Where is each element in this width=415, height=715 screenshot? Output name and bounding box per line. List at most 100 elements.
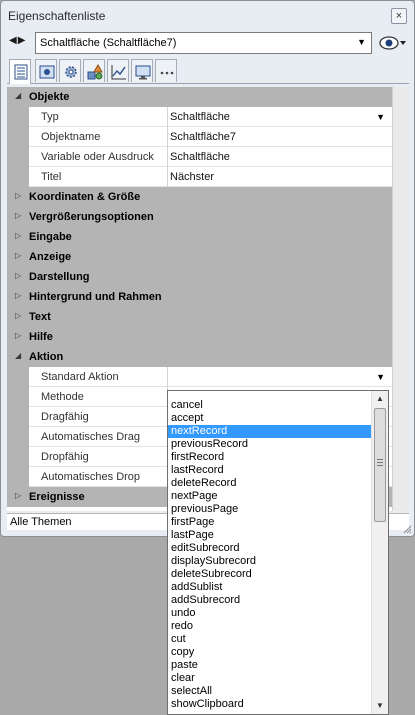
chevron-down-icon[interactable]: ▼ xyxy=(376,112,385,122)
dropdown-option[interactable]: editSubrecord xyxy=(168,542,373,555)
row-gutter xyxy=(7,167,29,187)
column-divider[interactable] xyxy=(167,167,168,187)
dropdown-option[interactable]: displaySubrecord xyxy=(168,555,373,568)
property-name: Dropfähig xyxy=(41,451,89,463)
expand-triangle-icon[interactable]: ▷ xyxy=(15,251,21,260)
dropdown-scrollbar[interactable]: ▲ ▼ xyxy=(371,391,388,714)
category-darstellung[interactable]: ▷ Darstellung xyxy=(7,267,392,287)
property-name: Titel xyxy=(41,171,62,183)
eye-icon[interactable] xyxy=(379,33,407,53)
dropdown-option[interactable]: clear xyxy=(168,672,373,685)
dropdown-option[interactable]: accept xyxy=(168,412,373,425)
dropdown-option[interactable]: cut xyxy=(168,633,373,646)
object-selector-row: ◀▶ Schaltfläche (Schaltfläche7) ▼ xyxy=(7,31,409,55)
tab-display[interactable] xyxy=(131,59,153,82)
expand-triangle-icon[interactable]: ▷ xyxy=(15,331,21,340)
dropdown-option[interactable]: lastPage xyxy=(168,529,373,542)
standard-action-dropdown[interactable]: cancel accept nextRecord previousRecord firs… xyxy=(167,390,389,715)
property-list-icon xyxy=(14,64,28,80)
chevron-down-icon[interactable]: ▼ xyxy=(357,37,366,47)
tab-chart[interactable] xyxy=(107,59,129,82)
category-eingabe[interactable]: ▷ Eingabe xyxy=(7,227,392,247)
chevron-down-icon[interactable]: ▼ xyxy=(376,372,385,382)
dropdown-option[interactable]: deleteRecord xyxy=(168,477,373,490)
property-name: Automatisches Drop xyxy=(41,471,141,483)
category-hilfe[interactable]: ▷ Hilfe xyxy=(7,327,392,347)
property-row[interactable]: Objektname Schaltfläche7 xyxy=(7,127,392,147)
title-bar[interactable]: Eigenschaftenliste × xyxy=(1,1,414,29)
property-row[interactable]: Titel Nächster xyxy=(7,167,392,187)
grid-scrollbar[interactable] xyxy=(392,87,409,511)
resize-grip-icon[interactable] xyxy=(402,524,412,534)
tab-shapes[interactable] xyxy=(83,59,105,82)
nav-arrows-icon[interactable]: ◀▶ xyxy=(9,35,26,46)
topics-filter[interactable]: Alle Themen xyxy=(10,516,72,528)
property-value[interactable]: Schaltfläche xyxy=(170,111,230,123)
expand-triangle-icon[interactable]: ▷ xyxy=(15,311,21,320)
dropdown-option[interactable]: lastRecord xyxy=(168,464,373,477)
column-divider[interactable] xyxy=(167,147,168,167)
category-label: Hilfe xyxy=(29,331,53,343)
dropdown-option[interactable]: redo xyxy=(168,620,373,633)
tab-settings[interactable] xyxy=(59,59,81,82)
row-gutter xyxy=(7,447,29,467)
category-vergroesserung[interactable]: ▷ Vergrößerungsoptionen xyxy=(7,207,392,227)
property-row[interactable]: Variable oder Ausdruck Schaltfläche xyxy=(7,147,392,167)
object-select[interactable]: Schaltfläche (Schaltfläche7) ▼ xyxy=(35,32,372,54)
tab-strip xyxy=(7,58,409,84)
dropdown-option[interactable]: copy xyxy=(168,646,373,659)
category-label: Darstellung xyxy=(29,271,90,283)
dropdown-option[interactable]: nextRecord xyxy=(168,425,373,438)
scroll-down-icon[interactable]: ▼ xyxy=(372,698,388,714)
category-label: Text xyxy=(29,311,51,323)
property-row[interactable]: Standard Aktion ▼ xyxy=(7,367,392,387)
category-aktion[interactable]: ◢ Aktion xyxy=(7,347,392,367)
dropdown-option[interactable]: previousPage xyxy=(168,503,373,516)
expand-triangle-icon[interactable]: ▷ xyxy=(15,231,21,240)
expand-triangle-icon[interactable]: ▷ xyxy=(15,211,21,220)
dropdown-option[interactable]: firstPage xyxy=(168,516,373,529)
category-label: Anzeige xyxy=(29,251,72,263)
tab-more[interactable] xyxy=(155,59,177,82)
row-gutter xyxy=(7,427,29,447)
dropdown-option[interactable]: selectAll xyxy=(168,685,373,698)
dropdown-option[interactable]: undo xyxy=(168,607,373,620)
column-divider[interactable] xyxy=(167,367,168,387)
tab-property-list[interactable] xyxy=(9,59,31,84)
dropdown-option[interactable]: cancel xyxy=(168,399,373,412)
category-hintergrund[interactable]: ▷ Hintergrund und Rahmen xyxy=(7,287,392,307)
dropdown-option[interactable]: showClipboard xyxy=(168,698,373,711)
more-icon xyxy=(160,71,174,75)
object-icon xyxy=(39,65,55,79)
collapse-triangle-icon[interactable]: ◢ xyxy=(15,351,21,360)
tab-object[interactable] xyxy=(35,59,57,82)
category-label: Objekte xyxy=(29,91,70,103)
dropdown-option[interactable]: addSublist xyxy=(168,581,373,594)
property-value[interactable]: Schaltfläche xyxy=(170,151,230,163)
dropdown-option[interactable]: deleteSubrecord xyxy=(168,568,373,581)
dropdown-option[interactable]: previousRecord xyxy=(168,438,373,451)
expand-triangle-icon[interactable]: ▷ xyxy=(15,271,21,280)
dropdown-option[interactable]: nextPage xyxy=(168,490,373,503)
expand-triangle-icon[interactable]: ▷ xyxy=(15,291,21,300)
column-divider[interactable] xyxy=(167,127,168,147)
expand-triangle-icon[interactable]: ▷ xyxy=(15,491,21,500)
scroll-up-icon[interactable]: ▲ xyxy=(372,391,388,407)
close-button[interactable]: × xyxy=(391,8,407,24)
dropdown-option[interactable]: firstRecord xyxy=(168,451,373,464)
row-gutter xyxy=(7,387,29,407)
dropdown-option[interactable]: paste xyxy=(168,659,373,672)
category-label: Eingabe xyxy=(29,231,72,243)
property-row[interactable]: Typ Schaltfläche ▼ xyxy=(7,107,392,127)
property-value[interactable]: Nächster xyxy=(170,171,214,183)
expand-triangle-icon[interactable]: ▷ xyxy=(15,191,21,200)
property-value[interactable]: Schaltfläche7 xyxy=(170,131,236,143)
collapse-triangle-icon[interactable]: ◢ xyxy=(15,91,21,100)
column-divider[interactable] xyxy=(167,107,168,127)
scroll-thumb[interactable] xyxy=(374,408,386,522)
category-text[interactable]: ▷ Text xyxy=(7,307,392,327)
dropdown-option[interactable]: addSubrecord xyxy=(168,594,373,607)
category-koordinaten[interactable]: ▷ Koordinaten & Größe xyxy=(7,187,392,207)
category-objekte[interactable]: ◢ Objekte xyxy=(7,87,392,107)
category-anzeige[interactable]: ▷ Anzeige xyxy=(7,247,392,267)
